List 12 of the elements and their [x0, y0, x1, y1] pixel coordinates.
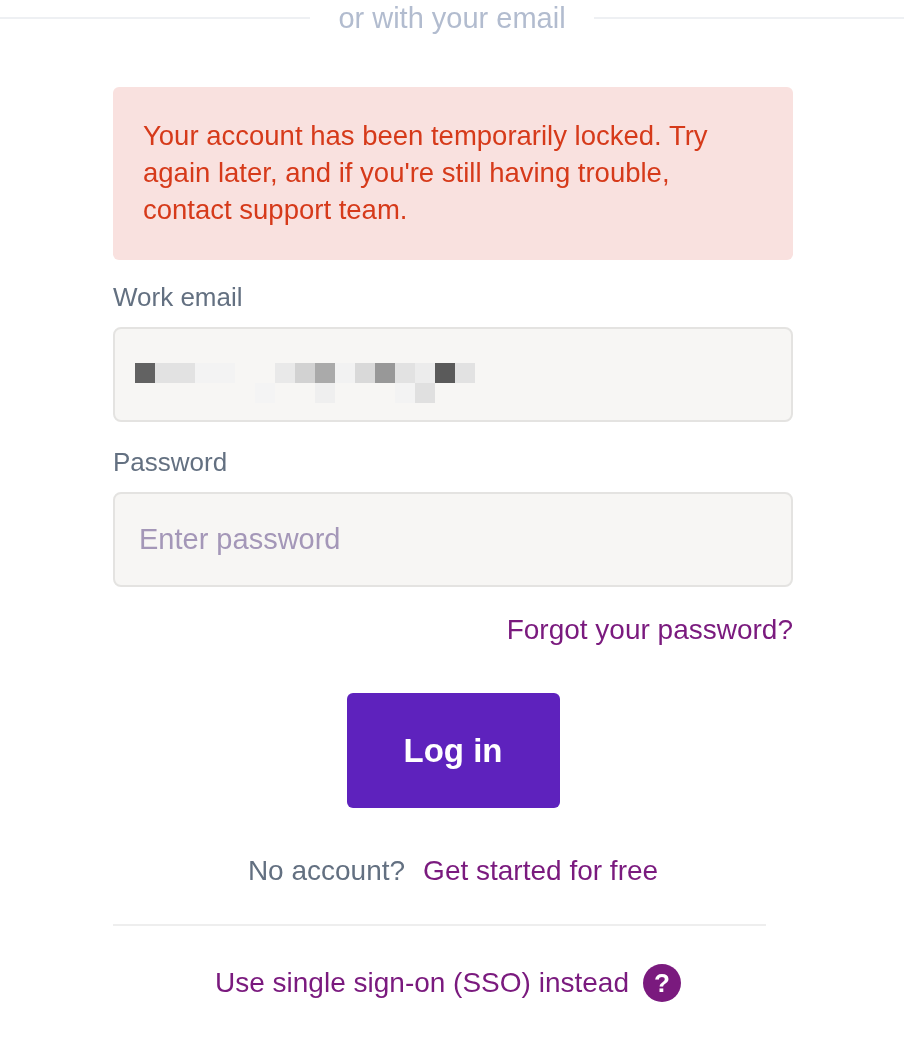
sso-link[interactable]: Use single sign-on (SSO) instead — [215, 967, 629, 999]
login-button[interactable]: Log in — [346, 693, 560, 808]
no-account-text: No account? — [247, 854, 406, 888]
field-label: Password — [113, 446, 229, 478]
input-field[interactable] — [113, 327, 793, 422]
help-icon[interactable]: ? — [643, 964, 681, 1002]
forgot-password-link[interactable]: Forgot your password? — [506, 613, 793, 647]
divider-label: or with your email — [338, 1, 566, 35]
input-field[interactable]: Enter password — [113, 492, 793, 587]
error-alert: Your account has been temporarily locked. Try again later, and if you're still having trouble, contact support team. — [113, 87, 793, 260]
signup-link[interactable]: Get started for free — [423, 854, 659, 888]
field-label: Work email — [113, 281, 244, 313]
